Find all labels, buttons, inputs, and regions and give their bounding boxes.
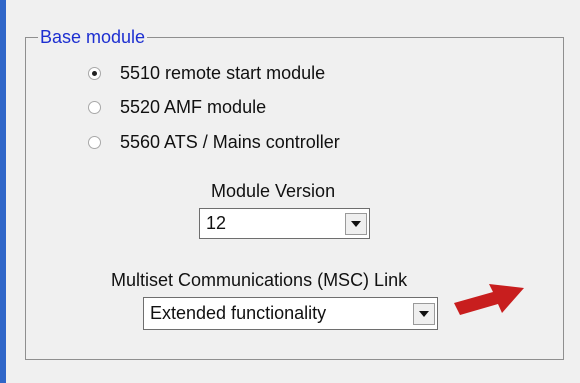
radio-label-5510: 5510 remote start module [120,62,326,83]
radio-button-icon[interactable] [88,100,101,114]
module-version-select[interactable]: 12 [199,208,370,239]
msc-link-dropdown-button[interactable] [413,302,435,325]
module-version-label: Module Version [211,181,336,201]
radio-button-selected-icon[interactable] [88,66,101,80]
msc-link-select[interactable]: Extended functionality [143,297,438,330]
radio-button-icon[interactable] [88,135,101,149]
module-version-dropdown-button[interactable] [345,212,367,235]
msc-link-label: Multiset Communications (MSC) Link [111,270,408,290]
msc-link-value: Extended functionality [150,303,327,323]
groupbox-title: Base module [38,27,148,47]
chevron-down-icon [351,220,361,227]
radio-5560[interactable]: 5560 ATS / Mains controller [88,131,340,153]
chevron-down-icon [419,310,429,317]
radio-5520[interactable]: 5520 AMF module [88,96,266,118]
arrow-shape [454,284,524,315]
red-arrow-icon [454,284,524,315]
module-version-value: 12 [206,213,227,233]
radio-5510[interactable]: 5510 remote start module [88,62,325,84]
radio-label-5560: 5560 ATS / Mains controller [120,131,340,152]
radio-label-5520: 5520 AMF module [120,96,267,117]
